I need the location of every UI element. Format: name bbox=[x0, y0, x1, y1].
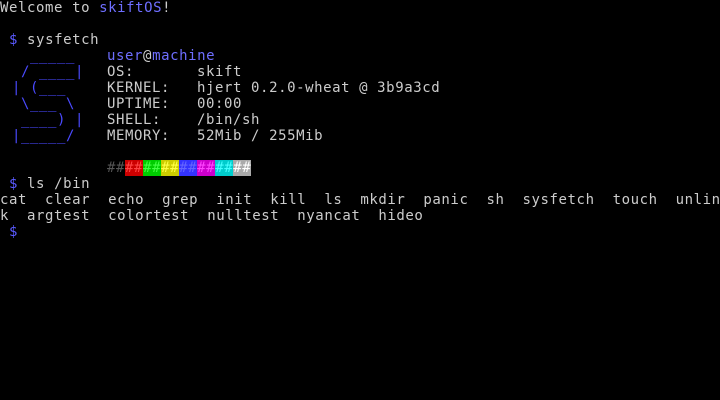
prompt-line-ls: $ ls /bin bbox=[0, 176, 90, 192]
logo-line: |_____/ bbox=[12, 128, 76, 144]
info-key-shell: SHELL: bbox=[107, 112, 162, 128]
welcome-text: Welcome to bbox=[0, 0, 100, 16]
welcome-exclamation: ! bbox=[162, 0, 172, 16]
username: user bbox=[107, 48, 144, 64]
color-swatch: ## bbox=[125, 160, 144, 176]
info-value-memory: 52Mib / 255Mib bbox=[197, 128, 324, 144]
info-key-os: OS: bbox=[107, 64, 135, 80]
logo-line: | (___ bbox=[12, 80, 67, 96]
os-name: skiftOS bbox=[99, 0, 163, 16]
logo-line: _____ bbox=[12, 48, 76, 64]
prompt-line-current[interactable]: $ bbox=[0, 224, 18, 240]
user-host: user@machine bbox=[107, 48, 215, 64]
color-swatch: ## bbox=[107, 160, 126, 176]
info-key-kernel: KERNEL: bbox=[107, 80, 171, 96]
ls-output-line: k argtest colortest nulltest nyancat hid… bbox=[0, 208, 424, 224]
info-value-kernel: hjert 0.2.0-wheat @ 3b9a3cd bbox=[197, 80, 441, 96]
color-swatch: ## bbox=[233, 160, 252, 176]
hostname: machine bbox=[152, 48, 216, 64]
logo-line: \___ \ bbox=[12, 96, 76, 112]
color-swatch: ## bbox=[161, 160, 180, 176]
color-swatch: ## bbox=[143, 160, 162, 176]
color-swatch: ## bbox=[179, 160, 198, 176]
info-value-shell: /bin/sh bbox=[197, 112, 261, 128]
color-swatch: ## bbox=[215, 160, 234, 176]
command-ls: ls /bin bbox=[27, 176, 91, 192]
info-value-uptime: 00:00 bbox=[197, 96, 243, 112]
logo-line: / ____| bbox=[12, 64, 85, 80]
prompt-line-sysfetch: $ sysfetch bbox=[0, 32, 99, 48]
at-sign: @ bbox=[143, 48, 153, 64]
ls-output-line: cat clear echo grep init kill ls mkdir p… bbox=[0, 192, 720, 208]
color-palette: ################ bbox=[107, 160, 252, 176]
logo-line: ____) | bbox=[12, 112, 85, 128]
prompt-symbol: $ bbox=[9, 224, 19, 240]
command-sysfetch: sysfetch bbox=[27, 32, 100, 48]
welcome-line: Welcome to skiftOS! bbox=[0, 0, 171, 16]
color-swatch: ## bbox=[197, 160, 216, 176]
info-key-uptime: UPTIME: bbox=[107, 96, 171, 112]
info-value-os: skift bbox=[197, 64, 243, 80]
prompt-symbol: $ bbox=[9, 176, 19, 192]
info-key-memory: MEMORY: bbox=[107, 128, 171, 144]
prompt-symbol: $ bbox=[9, 32, 19, 48]
terminal-screen[interactable]: Welcome to skiftOS! $ sysfetch _____ / _… bbox=[0, 0, 720, 400]
